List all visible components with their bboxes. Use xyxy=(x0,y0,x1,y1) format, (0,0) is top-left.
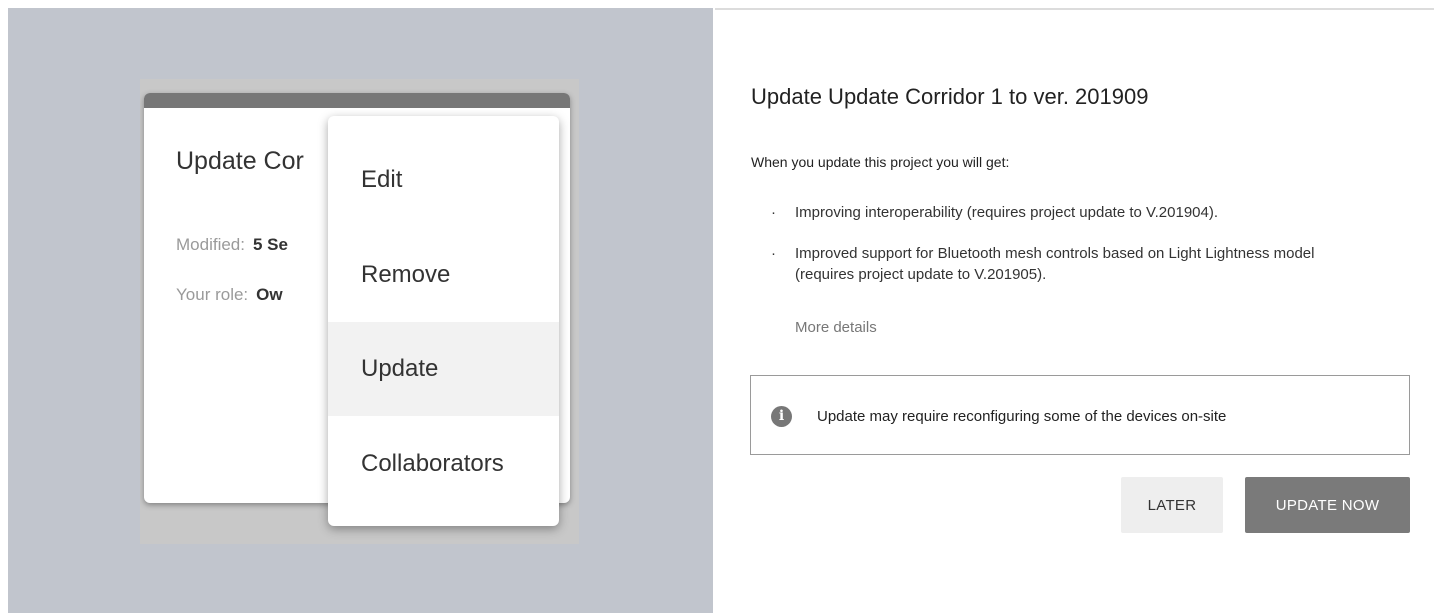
top-divider xyxy=(0,0,1434,8)
role-label: Your role: xyxy=(176,285,249,304)
list-item-text: Improved support for Bluetooth mesh cont… xyxy=(795,245,1315,283)
modified-value: 5 Se xyxy=(252,235,288,254)
info-icon: i xyxy=(771,406,792,427)
context-menu: Edit Remove Update Collaborators xyxy=(328,116,559,526)
card-title: Update Cor xyxy=(176,147,304,175)
dialog-title: Update Update Corridor 1 to ver. 201909 xyxy=(751,84,1149,109)
update-now-button[interactable]: UPDATE NOW xyxy=(1245,477,1410,533)
card-top-bar xyxy=(144,93,570,108)
menu-item-edit[interactable]: Edit xyxy=(328,133,559,227)
warning-notice: i Update may require reconfiguring some … xyxy=(750,375,1410,455)
menu-item-update[interactable]: Update xyxy=(328,322,559,416)
illustration-panel: Update Cor Modified: 5 Se Your role: Ow Ed… xyxy=(8,8,713,613)
card-role-row: Your role: Ow xyxy=(176,285,283,305)
menu-item-collaborators[interactable]: Collaborators xyxy=(328,417,559,511)
right-top-divider xyxy=(715,8,1434,10)
notice-text: Update may require reconfiguring some of… xyxy=(817,408,1227,425)
illustration-image: Update Cor Modified: 5 Se Your role: Ow Ed… xyxy=(140,79,579,544)
bullet-icon: · xyxy=(771,245,776,262)
more-details-link[interactable]: More details xyxy=(795,319,877,336)
dialog-intro: When you update this project you will ge… xyxy=(751,154,1010,170)
role-value: Ow xyxy=(256,285,283,304)
modified-label: Modified: xyxy=(176,235,245,254)
bullet-icon: · xyxy=(771,204,776,221)
menu-item-remove[interactable]: Remove xyxy=(328,228,559,322)
later-button[interactable]: LATER xyxy=(1121,477,1223,533)
card-modified-row: Modified: 5 Se xyxy=(176,235,288,255)
list-item-text: Improving interoperability (requires pro… xyxy=(795,204,1219,221)
